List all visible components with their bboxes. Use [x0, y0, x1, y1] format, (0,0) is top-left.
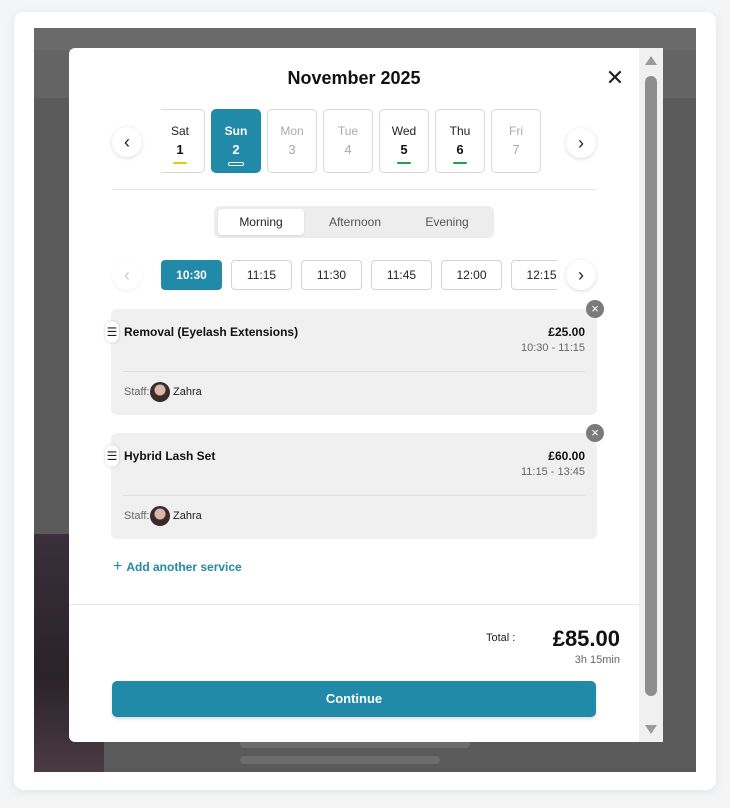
service-card: ☰ Hybrid Lash Set £60.00 11:15 - 13:45 S…: [105, 424, 604, 539]
time-slot[interactable]: 12:15: [511, 260, 557, 290]
availability-indicator: [173, 162, 187, 164]
add-service-link[interactable]: + Add another service: [113, 558, 242, 576]
staff-label: Staff:: [124, 386, 150, 398]
divider: [69, 604, 639, 605]
continue-button[interactable]: Continue: [112, 681, 596, 717]
modal-title: November 2025: [287, 68, 421, 88]
plus-icon: +: [113, 558, 123, 575]
time-slot[interactable]: 11:15: [231, 260, 292, 290]
remove-service-button[interactable]: ×: [586, 424, 604, 442]
time-slot[interactable]: 12:00: [441, 260, 502, 290]
day-date: 4: [344, 142, 352, 157]
day-date: 3: [288, 142, 296, 157]
availability-indicator: [397, 162, 411, 164]
total-label: Total :: [486, 632, 516, 644]
time-of-day-tabs: Morning Afternoon Evening: [214, 206, 494, 238]
tab-afternoon[interactable]: Afternoon: [312, 209, 398, 235]
avatar: [150, 382, 170, 402]
total-duration: 3h 15min: [574, 654, 620, 666]
tab-evening[interactable]: Evening: [404, 209, 490, 235]
next-times-button[interactable]: ›: [566, 260, 596, 290]
time-slot[interactable]: 11:45: [371, 260, 432, 290]
day-thu[interactable]: Thu 6: [435, 109, 485, 173]
time-slot-list: 10:30 11:15 11:30 11:45 12:00 12:15: [161, 260, 557, 290]
next-days-button[interactable]: ›: [566, 128, 596, 158]
day-wed[interactable]: Wed 5: [379, 109, 429, 173]
day-date: 7: [512, 142, 520, 157]
availability-indicator: [228, 162, 244, 166]
booking-modal: November 2025 ✕ ‹ Sat 1 Sun 2 Mon 3 Tue 4 Wed 5 Th…: [69, 48, 663, 742]
service-price: £25.00: [548, 325, 585, 339]
scroll-down-icon[interactable]: [645, 725, 657, 734]
remove-service-button[interactable]: ×: [586, 300, 604, 318]
service-time-range: 10:30 - 11:15: [520, 342, 585, 354]
day-date: 5: [400, 142, 408, 157]
day-date: 6: [456, 142, 464, 157]
service-name: Hybrid Lash Set: [124, 449, 216, 463]
add-service-label: Add another service: [126, 560, 242, 574]
day-date: 1: [176, 142, 184, 157]
day-picker: Sat 1 Sun 2 Mon 3 Tue 4 Wed 5 Thu 6 Fri 7: [161, 109, 545, 175]
drag-handle-icon[interactable]: ☰: [105, 445, 119, 467]
service-card: ☰ Removal (Eyelash Extensions) £25.00 10…: [105, 300, 604, 415]
tab-morning[interactable]: Morning: [218, 209, 304, 235]
day-date: 2: [232, 142, 240, 157]
divider: [123, 495, 585, 496]
day-name: Mon: [280, 124, 304, 138]
service-time-range: 11:15 - 13:45: [520, 466, 585, 478]
service-name: Removal (Eyelash Extensions): [124, 325, 299, 339]
close-icon[interactable]: ✕: [605, 67, 625, 89]
total-value: £85.00: [552, 626, 620, 651]
day-tue[interactable]: Tue 4: [323, 109, 373, 173]
staff-label: Staff:: [124, 510, 150, 522]
day-name: Tue: [337, 124, 359, 138]
scrollbar-thumb[interactable]: [645, 76, 657, 696]
service-price: £60.00: [548, 449, 585, 463]
staff-name: Zahra: [173, 386, 202, 398]
time-slot[interactable]: 11:30: [301, 260, 362, 290]
prev-times-button[interactable]: ‹: [112, 260, 142, 290]
availability-indicator: [453, 162, 467, 164]
day-name: Fri: [509, 124, 523, 138]
scrollbar[interactable]: [639, 48, 663, 742]
day-mon[interactable]: Mon 3: [267, 109, 317, 173]
background-text: [240, 756, 440, 764]
day-sun[interactable]: Sun 2: [211, 109, 261, 173]
background-header: [34, 28, 696, 50]
drag-handle-icon[interactable]: ☰: [105, 321, 119, 343]
divider: [112, 189, 596, 190]
day-name: Wed: [391, 124, 417, 138]
staff-name: Zahra: [173, 510, 202, 522]
day-name: Thu: [449, 124, 471, 138]
prev-days-button[interactable]: ‹: [112, 127, 142, 157]
scroll-up-icon[interactable]: [645, 56, 657, 65]
day-name: Sun: [224, 124, 248, 138]
time-slot[interactable]: 10:30: [161, 260, 222, 290]
avatar: [150, 506, 170, 526]
day-name: Sat: [170, 124, 189, 138]
divider: [123, 371, 585, 372]
day-sat[interactable]: Sat 1: [161, 109, 205, 173]
day-fri[interactable]: Fri 7: [491, 109, 541, 173]
